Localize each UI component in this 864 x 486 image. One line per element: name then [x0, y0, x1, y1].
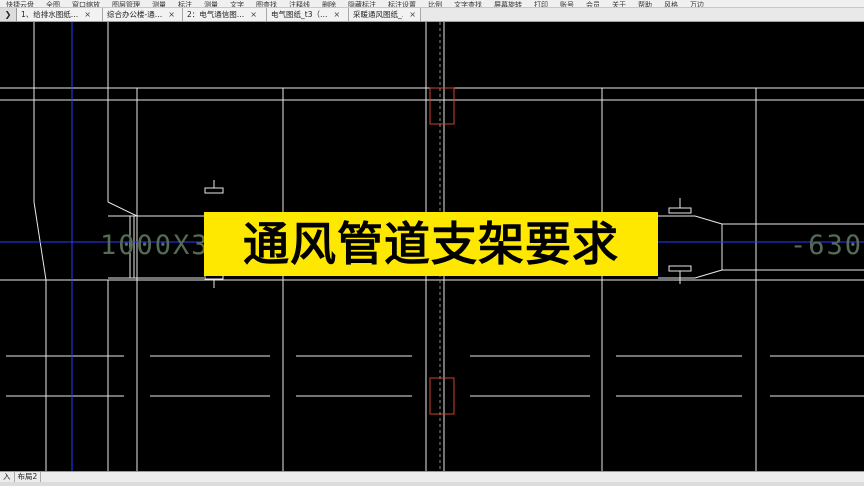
- tab-label: 2：电气通信图…: [187, 10, 245, 19]
- toolbar: 快捷云盘 全图 窗口缩放 图层管理 测量 标注 测量 文字 图查找 注释线 删除 隐藏标注 标注设置 比例…: [0, 0, 864, 8]
- tab-scroll-arrow-icon[interactable]: ❯: [0, 8, 17, 21]
- layout-tab-model[interactable]: 入: [0, 472, 15, 482]
- document-tab-bar: ❯ 1、给排水图纸… × 综合办公楼-通… × 2：电气通信图… × 电气图纸_…: [0, 8, 864, 22]
- tab-label: 1、给排水图纸…: [21, 10, 79, 19]
- duct-size-label-left: 1000X3: [100, 230, 210, 261]
- close-icon[interactable]: ×: [333, 10, 340, 19]
- tab-drawing-1[interactable]: 1、给排水图纸… ×: [17, 8, 103, 21]
- tab-label: 采暖通风图纸_…: [353, 10, 403, 19]
- tab-label: 综合办公楼-通…: [107, 10, 163, 19]
- title-banner: 通风管道支架要求: [204, 212, 658, 276]
- close-icon[interactable]: ×: [168, 10, 175, 19]
- tab-drawing-5[interactable]: 采暖通风图纸_… ×: [349, 8, 421, 21]
- layout-tab-2[interactable]: 布局2: [15, 472, 42, 482]
- tab-drawing-3[interactable]: 2：电气通信图… ×: [183, 8, 267, 21]
- status-bar: [0, 482, 864, 486]
- tab-drawing-4[interactable]: 电气图纸_t3（… ×: [267, 8, 349, 21]
- duct-size-label-right: -630: [790, 230, 864, 261]
- layout-tab-bar: 入 布局2: [0, 471, 864, 482]
- close-icon[interactable]: ×: [84, 10, 91, 19]
- close-icon[interactable]: ×: [250, 10, 257, 19]
- tab-drawing-2[interactable]: 综合办公楼-通… ×: [103, 8, 183, 21]
- banner-title: 通风管道支架要求: [243, 217, 619, 271]
- tab-label: 电气图纸_t3（…: [271, 10, 328, 19]
- close-icon[interactable]: ×: [409, 10, 416, 19]
